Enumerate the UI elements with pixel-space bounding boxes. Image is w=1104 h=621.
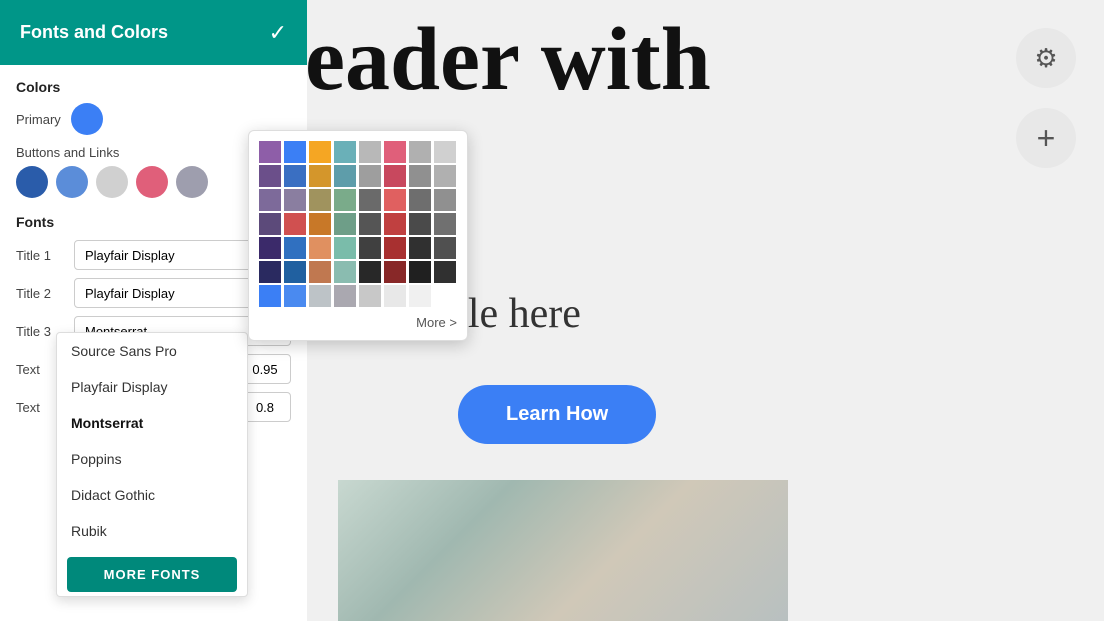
primary-color-swatch[interactable] xyxy=(71,103,103,135)
color-cell[interactable] xyxy=(309,165,331,187)
title2-label: Title 2 xyxy=(16,286,66,301)
color-cell[interactable] xyxy=(284,261,306,283)
sidebar-title: Fonts and Colors xyxy=(20,22,168,43)
color-cell[interactable] xyxy=(384,237,406,259)
color-cell[interactable] xyxy=(284,165,306,187)
color-cell[interactable] xyxy=(259,285,281,307)
color-cell[interactable] xyxy=(384,165,406,187)
color-cell[interactable] xyxy=(309,285,331,307)
color-cell[interactable] xyxy=(434,165,456,187)
color-cell[interactable] xyxy=(284,285,306,307)
color-cell[interactable] xyxy=(409,189,431,211)
color-cell[interactable] xyxy=(334,141,356,163)
swatch-5[interactable] xyxy=(176,166,208,198)
color-cell[interactable] xyxy=(284,213,306,235)
swatch-3[interactable] xyxy=(96,166,128,198)
color-cell[interactable] xyxy=(384,213,406,235)
settings-button[interactable]: ⚙ xyxy=(1016,28,1076,88)
color-cell[interactable] xyxy=(434,213,456,235)
color-cell[interactable] xyxy=(259,237,281,259)
color-cell[interactable] xyxy=(359,285,381,307)
font-option-didact-gothic[interactable]: Didact Gothic xyxy=(57,477,247,513)
color-cell[interactable] xyxy=(384,189,406,211)
color-cell[interactable] xyxy=(259,141,281,163)
color-cell[interactable] xyxy=(309,141,331,163)
font-dropdown: Source Sans Pro Playfair Display Montser… xyxy=(56,332,248,597)
color-cell[interactable] xyxy=(259,213,281,235)
color-cell[interactable] xyxy=(409,165,431,187)
color-cell[interactable] xyxy=(409,285,431,307)
color-cell[interactable] xyxy=(434,261,456,283)
font-option-poppins[interactable]: Poppins xyxy=(57,441,247,477)
color-cell[interactable] xyxy=(334,165,356,187)
learn-how-button[interactable]: Learn How xyxy=(458,385,656,444)
font-option-rubik[interactable]: Rubik xyxy=(57,513,247,549)
primary-label: Primary xyxy=(16,112,61,127)
swatch-2[interactable] xyxy=(56,166,88,198)
color-cell[interactable] xyxy=(284,141,306,163)
color-cell[interactable] xyxy=(334,237,356,259)
color-cell[interactable] xyxy=(334,261,356,283)
title1-label: Title 1 xyxy=(16,248,66,263)
color-cell[interactable] xyxy=(384,261,406,283)
swatch-4[interactable] xyxy=(136,166,168,198)
color-cell[interactable] xyxy=(409,261,431,283)
gear-icon: ⚙ xyxy=(1034,43,1057,74)
color-cell[interactable] xyxy=(434,141,456,163)
more-fonts-button[interactable]: MORE FONTS xyxy=(67,557,237,592)
color-cell[interactable] xyxy=(359,141,381,163)
color-cell[interactable] xyxy=(259,165,281,187)
plus-icon: + xyxy=(1037,120,1056,157)
color-cell[interactable] xyxy=(384,141,406,163)
confirm-button[interactable]: ✓ xyxy=(269,20,287,46)
color-cell[interactable] xyxy=(309,237,331,259)
font-option-montserrat[interactable]: Montserrat xyxy=(57,405,247,441)
color-cell[interactable] xyxy=(259,189,281,211)
color-cell[interactable] xyxy=(309,189,331,211)
color-cell[interactable] xyxy=(359,237,381,259)
color-cell[interactable] xyxy=(334,189,356,211)
color-cell[interactable] xyxy=(359,261,381,283)
color-cell[interactable] xyxy=(434,237,456,259)
color-cell[interactable] xyxy=(409,213,431,235)
font-option-source-sans-pro[interactable]: Source Sans Pro xyxy=(57,333,247,369)
color-cell[interactable] xyxy=(384,285,406,307)
color-cell[interactable] xyxy=(409,141,431,163)
color-cell[interactable] xyxy=(359,165,381,187)
color-cell[interactable] xyxy=(434,189,456,211)
color-picker-popup: More > xyxy=(248,130,468,341)
color-cell[interactable] xyxy=(359,213,381,235)
photo-area xyxy=(338,480,788,621)
add-button[interactable]: + xyxy=(1016,108,1076,168)
sidebar-header: Fonts and Colors ✓ xyxy=(0,0,307,65)
color-cell[interactable] xyxy=(409,237,431,259)
color-cell[interactable] xyxy=(284,189,306,211)
color-cell[interactable] xyxy=(434,285,456,307)
font-option-playfair-display[interactable]: Playfair Display xyxy=(57,369,247,405)
colors-section-label: Colors xyxy=(16,79,291,95)
color-cell[interactable] xyxy=(309,261,331,283)
color-cell[interactable] xyxy=(309,213,331,235)
color-grid xyxy=(259,141,457,307)
more-colors-link[interactable]: More > xyxy=(259,315,457,330)
color-cell[interactable] xyxy=(259,261,281,283)
color-cell[interactable] xyxy=(284,237,306,259)
swatch-1[interactable] xyxy=(16,166,48,198)
color-cell[interactable] xyxy=(359,189,381,211)
color-cell[interactable] xyxy=(334,213,356,235)
color-cell[interactable] xyxy=(334,285,356,307)
